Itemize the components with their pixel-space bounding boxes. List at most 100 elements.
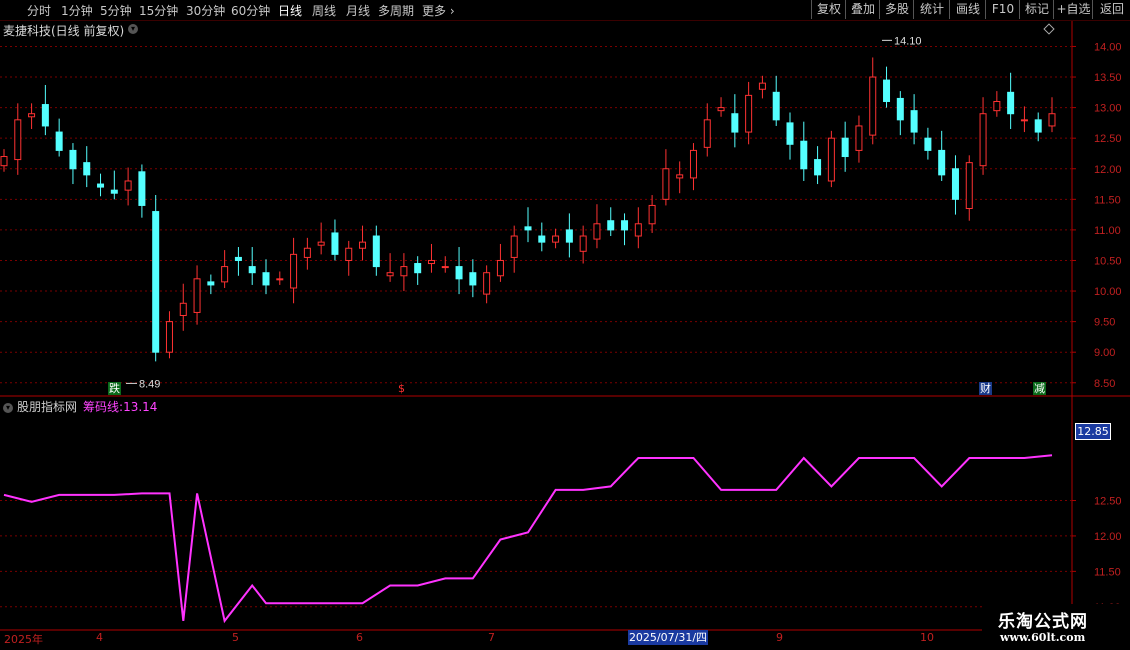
candle-body-4 bbox=[55, 131, 63, 151]
candle-body-48 bbox=[662, 168, 670, 200]
candle-body-5 bbox=[69, 149, 77, 170]
candle-body-30 bbox=[414, 263, 422, 274]
candle-body-61 bbox=[841, 137, 849, 158]
marker-dollar[interactable]: $ bbox=[397, 382, 406, 395]
candle-body-64 bbox=[883, 79, 891, 102]
indicator-line bbox=[3, 454, 1053, 624]
marker-jian[interactable]: 减 bbox=[1033, 382, 1046, 395]
candle-body-69 bbox=[951, 168, 959, 200]
sub-tick-label-0: 12.50 bbox=[1094, 496, 1122, 508]
cursor-date: 2025/07/31/四 bbox=[628, 630, 708, 645]
main-tick-label-0: 14.00 bbox=[1094, 41, 1122, 53]
date-label-0: 2025年 bbox=[4, 633, 43, 646]
candle-body-66 bbox=[910, 110, 918, 133]
main-tick-label-4: 12.00 bbox=[1094, 164, 1122, 176]
indicator-header: ▾ 股朋指标网 筹码线:13.14 bbox=[3, 398, 157, 415]
sub-tick-label-1: 12.00 bbox=[1094, 531, 1122, 543]
low-annotation: 8.49 bbox=[139, 378, 160, 390]
candle-body-6 bbox=[83, 162, 91, 176]
indicator-line-value: 13.14 bbox=[123, 400, 158, 414]
candle-body-34 bbox=[469, 272, 477, 286]
date-label-4: 7 bbox=[488, 631, 495, 644]
candle-body-38 bbox=[524, 226, 532, 231]
candle-body-24 bbox=[331, 232, 339, 255]
candle-body-36 bbox=[496, 259, 504, 277]
candle-body-56 bbox=[772, 91, 780, 121]
date-label-7: 10 bbox=[920, 631, 934, 644]
date-label-6: 9 bbox=[776, 631, 783, 644]
main-tick-label-5: 11.50 bbox=[1094, 194, 1121, 206]
candle-body-70 bbox=[965, 162, 973, 209]
main-tick-label-3: 12.50 bbox=[1094, 133, 1122, 145]
candle-body-19 bbox=[262, 272, 270, 286]
candle-body-35 bbox=[483, 272, 491, 295]
candle-body-2 bbox=[28, 113, 36, 118]
candle-body-28 bbox=[386, 272, 394, 277]
main-tick-label-7: 10.50 bbox=[1094, 255, 1122, 267]
candle-body-31 bbox=[427, 259, 435, 265]
candle-body-26 bbox=[359, 241, 367, 249]
candle-body-46 bbox=[634, 223, 642, 237]
candle-body-37 bbox=[510, 235, 518, 258]
candle-body-60 bbox=[827, 137, 835, 182]
sub-tick-label-2: 11.50 bbox=[1094, 566, 1121, 578]
candle-body-16 bbox=[221, 266, 229, 283]
candle-body-32 bbox=[441, 266, 449, 269]
candle-body-72 bbox=[993, 100, 1001, 112]
watermark-url: www.60lt.com bbox=[1000, 631, 1086, 644]
candle-body-49 bbox=[676, 174, 684, 179]
date-label-2: 5 bbox=[232, 631, 239, 644]
candle-body-55 bbox=[758, 82, 766, 90]
indicator-line-name: 筹码线: bbox=[83, 400, 124, 414]
main-tick-label-6: 11.00 bbox=[1094, 225, 1121, 237]
candle-body-1 bbox=[14, 119, 22, 161]
candle-body-45 bbox=[621, 220, 629, 231]
candle-body-29 bbox=[400, 266, 408, 277]
candle-body-13 bbox=[179, 302, 187, 317]
current-value-badge: 12.85 bbox=[1075, 423, 1111, 440]
candle-body-39 bbox=[538, 235, 546, 243]
candle-body-53 bbox=[731, 113, 739, 133]
candle-body-44 bbox=[607, 220, 615, 231]
candle-body-42 bbox=[579, 235, 587, 252]
candle-body-12 bbox=[165, 321, 173, 353]
candle-body-54 bbox=[745, 94, 753, 133]
watermark-main: 乐淘公式网 bbox=[998, 612, 1088, 632]
date-label-3: 6 bbox=[356, 631, 363, 644]
candle-body-22 bbox=[303, 247, 311, 258]
date-label-1: 4 bbox=[96, 631, 103, 644]
candle-body-51 bbox=[703, 119, 711, 148]
indicator-dropdown-icon[interactable]: ▾ bbox=[3, 402, 13, 413]
candle-body-63 bbox=[869, 76, 877, 136]
candle-body-76 bbox=[1048, 113, 1056, 127]
candle-body-59 bbox=[814, 159, 822, 176]
candle-body-0 bbox=[0, 156, 8, 167]
candle-body-27 bbox=[372, 235, 380, 268]
candle-body-11 bbox=[152, 211, 160, 353]
main-tick-label-9: 9.50 bbox=[1094, 317, 1115, 329]
marker-die[interactable]: 跌 bbox=[108, 382, 121, 395]
candle-body-47 bbox=[648, 204, 656, 225]
candle-body-40 bbox=[552, 235, 560, 243]
candle-body-3 bbox=[41, 104, 49, 127]
candle-body-62 bbox=[855, 125, 863, 151]
main-tick-label-11: 8.50 bbox=[1094, 378, 1115, 390]
candle-body-71 bbox=[979, 113, 987, 167]
chart-canvas: 14.00 13.50 13.00 12.50 12.00 11.50 11.00 10.50… bbox=[0, 21, 1130, 631]
candle-body-58 bbox=[800, 140, 808, 170]
candle-body-74 bbox=[1020, 119, 1028, 122]
candle-body-65 bbox=[896, 97, 904, 121]
candle-body-14 bbox=[193, 278, 201, 313]
candle-body-20 bbox=[276, 278, 284, 281]
marker-cai[interactable]: 财 bbox=[979, 382, 992, 395]
candle-body-7 bbox=[97, 183, 105, 188]
candle-body-15 bbox=[207, 281, 215, 286]
candle-body-43 bbox=[593, 223, 601, 240]
candle-body-50 bbox=[689, 149, 697, 179]
main-tick-label-1: 13.50 bbox=[1094, 72, 1122, 84]
candle-body-17 bbox=[234, 256, 242, 261]
candle-body-25 bbox=[345, 247, 353, 261]
main-tick-label-2: 13.00 bbox=[1094, 103, 1122, 115]
candle-body-41 bbox=[565, 229, 573, 243]
candle-body-9 bbox=[124, 180, 132, 191]
